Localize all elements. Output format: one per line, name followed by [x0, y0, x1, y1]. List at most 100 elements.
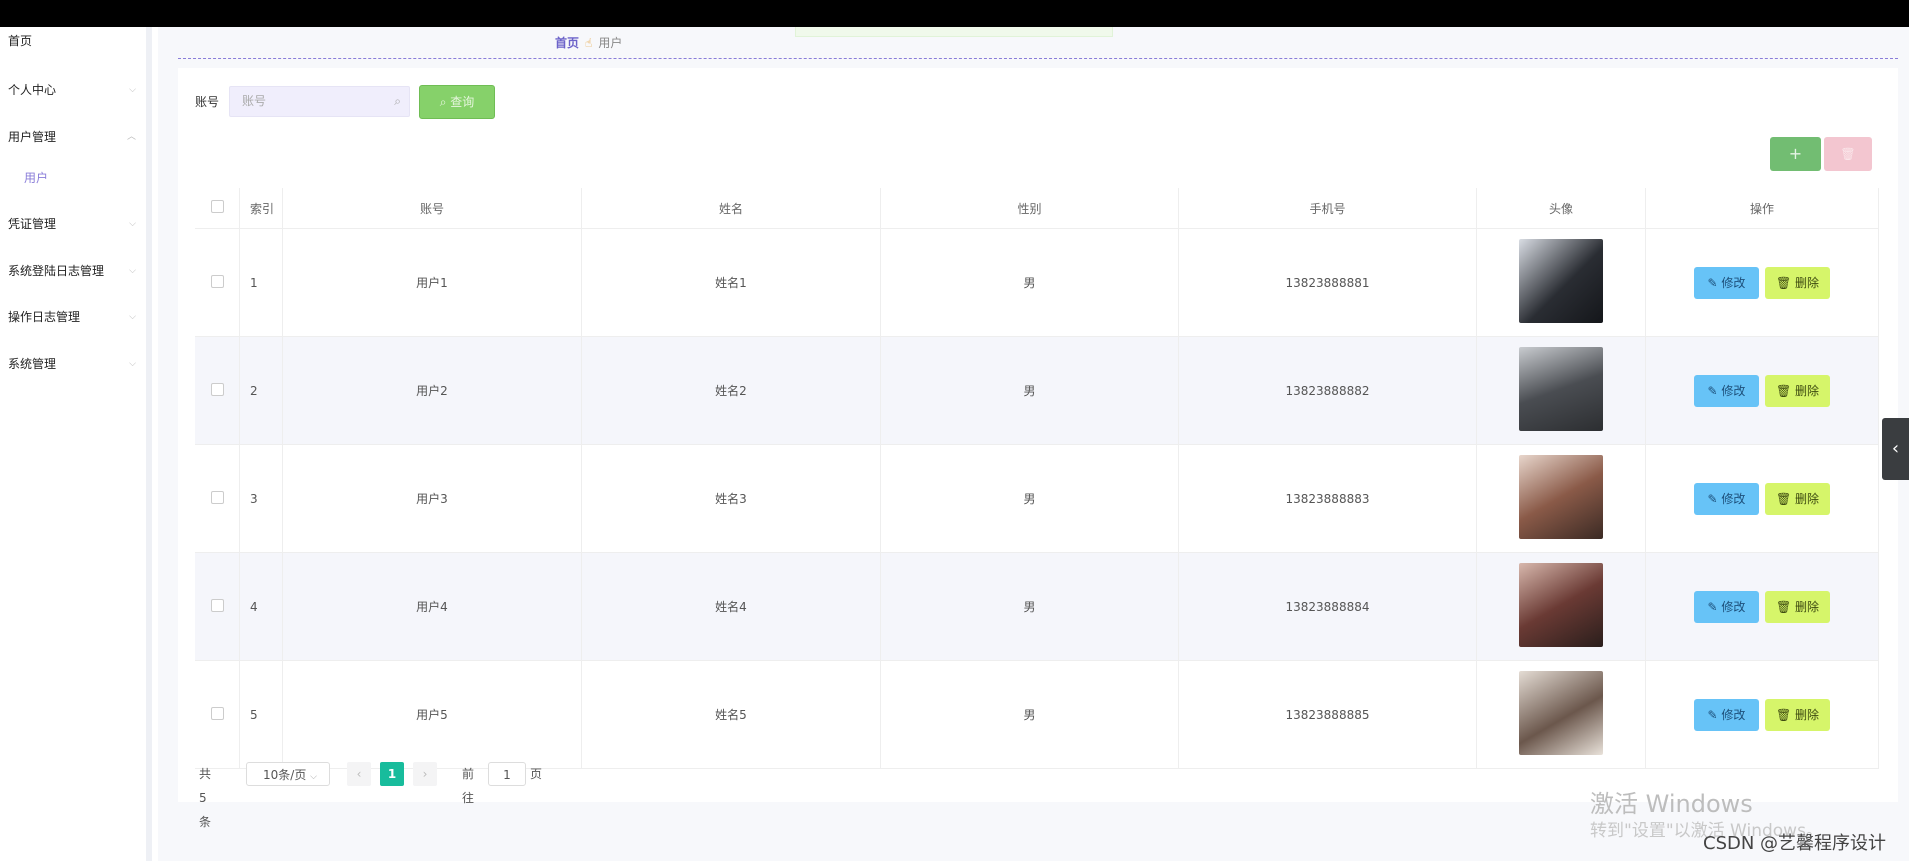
cell-avatar	[1476, 228, 1646, 337]
hand-icon: ☝	[585, 36, 593, 50]
edit-icon: ✎	[1707, 491, 1722, 506]
trash-icon: 🗑	[1775, 275, 1796, 290]
table-row: 2 用户2 姓名2 男 13823888882 ✎ 修改 🗑 删除	[195, 336, 1879, 445]
sidebar-item-home[interactable]: 首页	[8, 31, 136, 51]
cell-actions: ✎ 修改 🗑 删除	[1645, 228, 1879, 337]
goto-page-input[interactable]: 1	[488, 762, 526, 786]
table-header: 索引 账号 姓名 性别 手机号 头像 操作	[195, 188, 1879, 229]
cell-name: 姓名5	[581, 660, 881, 769]
query-button[interactable]: ⌕ 查询	[419, 85, 495, 119]
windows-watermark-title: 激活 Windows	[1590, 790, 1753, 818]
avatar-image[interactable]	[1519, 455, 1603, 539]
sidebar-item-personal-center[interactable]: 个人中心 ⌵	[8, 80, 136, 100]
cell-name: 姓名4	[581, 552, 881, 661]
edit-button[interactable]: ✎ 修改	[1694, 482, 1759, 515]
sidebar-item-voucher-management[interactable]: 凭证管理 ⌵	[8, 214, 136, 234]
search-input[interactable]: 账号 ⌕	[229, 86, 410, 117]
cell-account: 用户2	[282, 336, 582, 445]
breadcrumb-home[interactable]: 首页	[555, 36, 579, 50]
edit-button[interactable]: ✎ 修改	[1694, 590, 1759, 623]
cell-index: 2	[239, 336, 283, 445]
prev-page-button[interactable]: ‹	[347, 762, 371, 786]
edit-button[interactable]: ✎ 修改	[1694, 374, 1759, 407]
col-phone[interactable]: 手机号	[1178, 188, 1477, 229]
collapse-panel-button[interactable]: ‹	[1882, 418, 1909, 480]
breadcrumb: 首页 ☝ 用户	[555, 34, 622, 51]
row-checkbox[interactable]	[210, 274, 224, 288]
sidebar-subitem-user[interactable]: 用户	[24, 169, 48, 186]
cell-phone: 13823888881	[1178, 228, 1477, 337]
col-name[interactable]: 姓名	[581, 188, 881, 229]
user-table: 索引 账号 姓名 性别 手机号 头像 操作 1 用户1 姓名1 男 138238…	[195, 188, 1879, 769]
sidebar-item-login-log[interactable]: 系统登陆日志管理 ⌵	[8, 261, 136, 281]
delete-button[interactable]: 🗑 删除	[1765, 698, 1830, 731]
edit-icon: ✎	[1707, 383, 1722, 398]
avatar-image[interactable]	[1519, 563, 1603, 647]
row-select-cell	[195, 336, 240, 445]
cell-index: 1	[239, 228, 283, 337]
delete-button[interactable]: 🗑 删除	[1765, 590, 1830, 623]
edit-button[interactable]: ✎ 修改	[1694, 698, 1759, 731]
trash-icon: 🗑	[1840, 147, 1856, 161]
cell-account: 用户1	[282, 228, 582, 337]
col-actions: 操作	[1645, 188, 1879, 229]
table-row: 1 用户1 姓名1 男 13823888881 ✎ 修改 🗑 删除	[195, 228, 1879, 337]
col-gender[interactable]: 性别	[880, 188, 1179, 229]
batch-delete-button[interactable]: 🗑	[1824, 137, 1872, 171]
cell-account: 用户4	[282, 552, 582, 661]
row-select-cell	[195, 552, 240, 661]
chevron-down-icon: ⌵	[129, 359, 136, 369]
table-row: 3 用户3 姓名3 男 13823888883 ✎ 修改 🗑 删除	[195, 444, 1879, 553]
csdn-watermark: CSDN @艺馨程序设计	[1703, 833, 1887, 854]
sidebar-item-operation-log[interactable]: 操作日志管理 ⌵	[8, 307, 136, 327]
cell-gender: 男	[880, 552, 1179, 661]
delete-button[interactable]: 🗑 删除	[1765, 374, 1830, 407]
cell-account: 用户3	[282, 444, 582, 553]
chevron-down-icon: ⌵	[310, 772, 317, 782]
chevron-down-icon: ⌵	[129, 219, 136, 229]
add-button[interactable]: +	[1770, 137, 1821, 171]
chevron-down-icon: ⌵	[129, 266, 136, 276]
cell-gender: 男	[880, 660, 1179, 769]
trash-icon: 🗑	[1775, 599, 1796, 614]
cell-phone: 13823888885	[1178, 660, 1477, 769]
avatar-image[interactable]	[1519, 239, 1603, 323]
chevron-down-icon: ⌵	[129, 85, 136, 95]
edit-button[interactable]: ✎ 修改	[1694, 266, 1759, 299]
cell-name: 姓名3	[581, 444, 881, 553]
row-select-cell	[195, 444, 240, 553]
page-number-current[interactable]: 1	[380, 762, 404, 786]
row-checkbox[interactable]	[210, 598, 224, 612]
row-checkbox[interactable]	[210, 490, 224, 504]
chevron-up-icon: ︿	[126, 132, 136, 142]
top-bar	[0, 0, 1909, 27]
row-checkbox[interactable]	[210, 382, 224, 396]
cell-actions: ✎ 修改 🗑 删除	[1645, 444, 1879, 553]
cell-name: 姓名2	[581, 336, 881, 445]
cell-index: 4	[239, 552, 283, 661]
avatar-image[interactable]	[1519, 347, 1603, 431]
edit-icon: ✎	[1707, 707, 1722, 722]
search-label: 账号	[195, 95, 220, 109]
row-select-cell	[195, 228, 240, 337]
avatar-image[interactable]	[1519, 671, 1603, 755]
col-account[interactable]: 账号	[282, 188, 582, 229]
page-size-select[interactable]: 10条/页 ⌵	[246, 762, 330, 786]
select-all-checkbox[interactable]	[210, 200, 224, 213]
next-page-button[interactable]: ›	[413, 762, 437, 786]
goto-label: 前往	[462, 767, 475, 805]
table-row: 5 用户5 姓名5 男 13823888885 ✎ 修改 🗑 删除	[195, 660, 1879, 769]
chevron-left-icon: ‹	[356, 767, 362, 781]
trash-icon: 🗑	[1775, 383, 1796, 398]
table-row: 4 用户4 姓名4 男 13823888884 ✎ 修改 🗑 删除	[195, 552, 1879, 661]
sidebar-item-system[interactable]: 系统管理 ⌵	[8, 354, 136, 374]
row-checkbox[interactable]	[210, 706, 224, 720]
search-icon: ⌕	[439, 95, 451, 109]
delete-button[interactable]: 🗑 删除	[1765, 482, 1830, 515]
sidebar-item-user-management[interactable]: 用户管理 ︿	[8, 127, 136, 147]
delete-button[interactable]: 🗑 删除	[1765, 266, 1830, 299]
cell-phone: 13823888882	[1178, 336, 1477, 445]
cell-avatar	[1476, 444, 1646, 553]
breadcrumb-current: 用户	[598, 36, 623, 50]
cell-index: 3	[239, 444, 283, 553]
